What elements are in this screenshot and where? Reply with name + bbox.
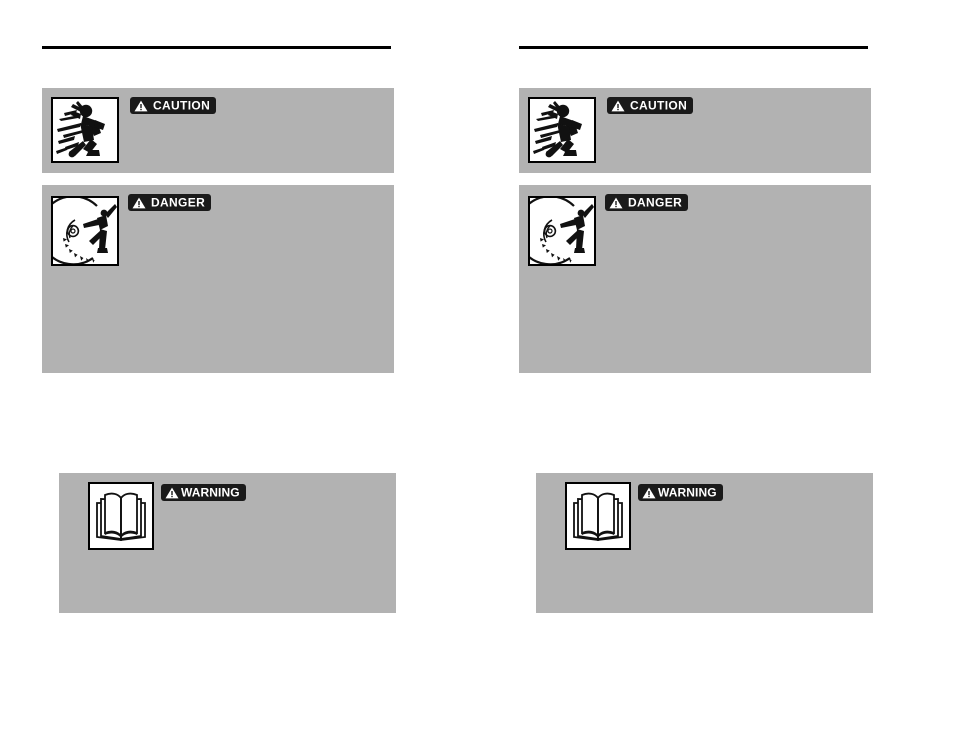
caution-badge: CAUTION: [130, 97, 217, 114]
signal-word: CAUTION: [153, 98, 211, 112]
left-column: CAUTION DANGER WARNING: [22, 0, 442, 738]
rotating-saw-blade-person-icon: [51, 196, 119, 266]
caution-body-text: [130, 120, 386, 167]
read-manual-book-icon: [88, 482, 154, 550]
flying-debris-person-icon: [51, 97, 119, 163]
caution-badge: CAUTION: [607, 97, 694, 114]
header-rule: [519, 46, 868, 49]
header-rule: [42, 46, 391, 49]
right-column: CAUTION DANGER WARNING: [499, 0, 919, 738]
warning-badge: WARNING: [638, 484, 723, 501]
danger-badge: DANGER: [128, 194, 212, 211]
signal-word: WARNING: [181, 485, 240, 499]
signal-word: DANGER: [628, 195, 683, 209]
danger-panel: DANGER: [519, 185, 871, 373]
danger-body-text: [607, 217, 863, 367]
rotating-saw-blade-person-icon: [528, 196, 596, 266]
warning-triangle-icon: [611, 100, 625, 111]
warning-triangle-icon: [609, 197, 623, 208]
warning-triangle-icon: [134, 100, 148, 111]
flying-debris-person-icon: [528, 97, 596, 163]
warning-body-text: [624, 505, 865, 607]
danger-body-text: [130, 217, 386, 367]
warning-badge: WARNING: [161, 484, 246, 501]
warning-panel: WARNING: [536, 473, 873, 613]
read-manual-book-icon: [565, 482, 631, 550]
danger-panel: DANGER: [42, 185, 394, 373]
caution-panel: CAUTION: [519, 88, 871, 173]
warning-body-text: [147, 505, 388, 607]
caution-body-text: [607, 120, 863, 167]
signal-word: DANGER: [151, 195, 206, 209]
warning-triangle-icon: [165, 487, 179, 498]
caution-panel: CAUTION: [42, 88, 394, 173]
signal-word: CAUTION: [630, 98, 688, 112]
document-page: CAUTION DANGER WARNING CAUTION DANGER WA…: [0, 0, 954, 738]
danger-badge: DANGER: [605, 194, 689, 211]
warning-triangle-icon: [132, 197, 146, 208]
signal-word: WARNING: [658, 485, 717, 499]
warning-triangle-icon: [642, 487, 656, 498]
warning-panel: WARNING: [59, 473, 396, 613]
